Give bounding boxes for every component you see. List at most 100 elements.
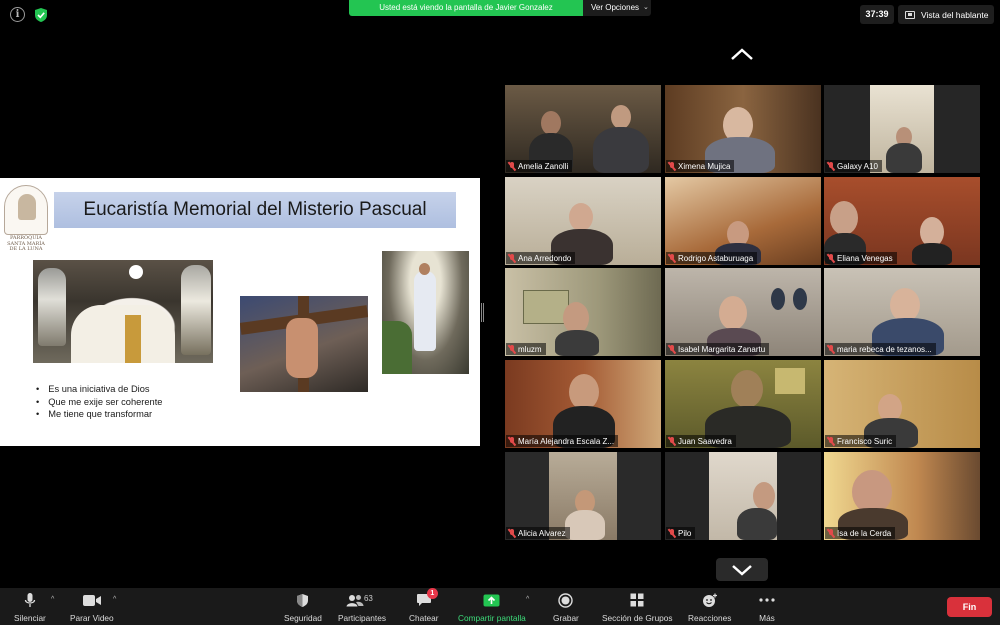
more-button[interactable]: Más [759,591,775,623]
participants-count: 63 [363,594,373,603]
speaker-view-button[interactable]: Vista del hablante [898,5,994,24]
dots-icon [759,598,775,602]
parish-logo [4,185,48,235]
participant-tile[interactable]: Pilo [665,452,821,540]
chevron-up-icon[interactable] [729,46,755,62]
participant-tile[interactable]: Galaxy A10 [824,85,980,173]
muted-mic-icon [826,436,835,446]
muted-mic-icon [826,161,835,171]
meeting-toolbar: Silenciar ^ Parar Video ^ Seguridad 63 P… [0,588,1000,625]
stop-video-label: Parar Video [70,613,114,623]
participant-tile[interactable]: Alicia Alvarez [505,452,661,540]
participant-tile[interactable]: maria rebeca de tezanos... [824,268,980,356]
participant-name-tag: Amelia Zanolli [506,160,573,172]
share-screen-icon [483,594,500,606]
participant-name-tag: mluzm [506,343,546,355]
muted-mic-icon [667,253,676,263]
breakout-rooms-label: Sección de Grupos [602,613,673,623]
eucharist-photo [33,260,213,363]
video-camera-icon [82,594,101,606]
participant-name-tag: Eliana Venegas [825,252,897,264]
participant-name-tag: Ximena Mujica [666,160,735,172]
shared-screen-slide: PARROQUIA SANTA MARÍA DE LA LUNA Eucaris… [0,178,480,446]
chevron-down-icon [732,564,752,576]
shield-check-icon[interactable] [34,7,48,23]
muted-mic-icon [667,528,676,538]
participant-tile[interactable]: Rodrigo Astaburuaga [665,177,821,265]
muted-mic-icon [826,344,835,354]
parish-logo-text: PARROQUIA SANTA MARÍA DE LA LUNA [7,235,45,252]
participant-tile[interactable]: Amelia Zanolli [505,85,661,173]
muted-mic-icon [507,253,516,263]
emoji-icon [702,593,717,607]
view-options-label: Ver Opciones [591,3,640,12]
speaker-view-label: Vista del hablante [921,9,989,20]
muted-mic-icon [667,344,676,354]
info-icon[interactable]: i [10,7,25,22]
microphone-icon [24,592,36,607]
participant-tile[interactable]: María Alejandra Escala Z... [505,360,661,448]
chevron-up-icon[interactable]: ^ [526,596,529,603]
breakout-rooms-button[interactable]: Sección de Grupos [602,591,673,623]
share-banner: Usted está viendo la pantalla de Javier … [349,0,651,16]
participant-name-tag: Isa de la Cerda [825,527,896,539]
slide-bullet: Me tiene que transformar [36,408,162,421]
record-label: Grabar [553,613,579,623]
record-icon [558,592,574,608]
share-screen-button[interactable]: Compartir pantalla [458,591,526,623]
top-left-controls: i [10,7,48,23]
chat-button[interactable]: 1 Chatear [409,588,439,623]
muted-mic-icon [507,528,516,538]
participant-tile[interactable]: Juan Saavedra [665,360,821,448]
chevron-up-icon[interactable]: ^ [51,596,54,603]
share-screen-label: Compartir pantalla [458,613,526,623]
resurrection-image [382,251,469,374]
security-button[interactable]: Seguridad [284,591,322,623]
chat-label: Chatear [409,613,439,623]
reactions-button[interactable]: Reacciones [688,591,731,623]
grid-icon [630,593,644,607]
participant-tile[interactable]: Francisco Suric [824,360,980,448]
speaker-view-icon [905,10,915,19]
participant-tile[interactable]: Ana Arredondo [505,177,661,265]
stop-video-button[interactable]: Parar Video [70,591,114,623]
split-divider-handle[interactable] [481,303,484,322]
share-banner-text: Usted está viendo la pantalla de Javier … [349,0,583,16]
view-options-button[interactable]: Ver Opciones ⌄ [583,0,651,16]
participant-tile[interactable]: Eliana Venegas [824,177,980,265]
participants-button[interactable]: 63 Participantes [338,591,386,623]
participant-name-tag: Alicia Alvarez [506,527,570,539]
participant-name-tag: Rodrigo Astaburuaga [666,252,758,264]
end-meeting-button[interactable]: Fin [947,597,992,617]
slide-bullet: Es una iniciativa de Dios [36,383,162,396]
zoom-meeting-window: i Usted está viendo la pantalla de Javie… [0,0,1000,625]
participant-name-tag: Pilo [666,527,696,539]
participant-tile[interactable]: Ximena Mujica [665,85,821,173]
muted-mic-icon [667,436,676,446]
participant-name-tag: María Alejandra Escala Z... [506,435,619,447]
participant-tile[interactable]: mluzm [505,268,661,356]
slide-title-bar: Eucaristía Memorial del Misterio Pascual [54,192,456,228]
reactions-label: Reacciones [688,613,732,623]
mute-button[interactable]: Silenciar [14,591,46,623]
muted-mic-icon [826,528,835,538]
participant-tile[interactable]: Isabel Margarita Zanartu [665,268,821,356]
gallery-next-page-button[interactable] [716,558,768,581]
muted-mic-icon [507,344,516,354]
muted-mic-icon [507,161,516,171]
security-label: Seguridad [284,613,322,623]
meeting-timer: 37:39 [860,5,894,24]
participant-name-tag: Juan Saavedra [666,435,736,447]
slide-bullet: Que me exije ser coherente [36,396,162,409]
chevron-up-icon[interactable]: ^ [113,596,116,603]
participant-tile[interactable]: Isa de la Cerda [824,452,980,540]
slide-bullet-list: Es una iniciativa de Dios Que me exije s… [36,383,162,421]
chat-unread-badge: 1 [426,588,438,599]
crucifixion-image [240,296,368,392]
participant-name-tag: maria rebeca de tezanos... [825,343,936,355]
participant-name-tag: Isabel Margarita Zanartu [666,343,770,355]
record-button[interactable]: Grabar [553,591,579,623]
participant-name-tag: Ana Arredondo [506,252,576,264]
people-icon [346,594,364,606]
mute-label: Silenciar [14,613,46,623]
